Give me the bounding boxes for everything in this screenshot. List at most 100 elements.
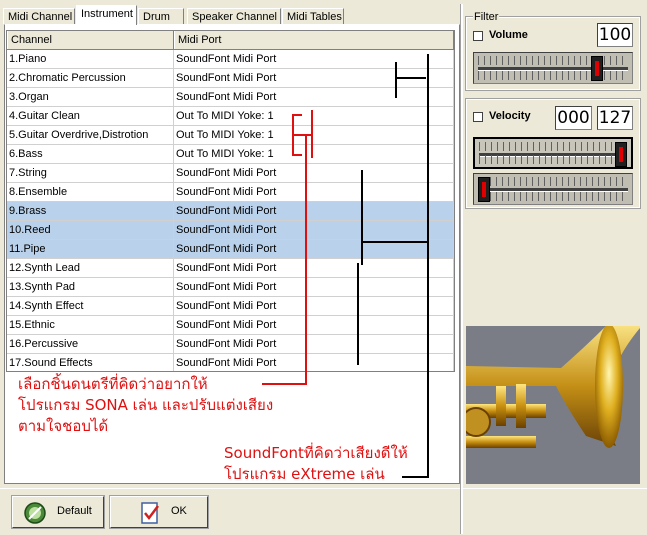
table-row[interactable]: 6.Bass Out To MIDI Yoke: 1 — [7, 145, 454, 164]
midi-port-cell[interactable]: SoundFont Midi Port — [174, 202, 454, 220]
channel-cell: 7.String — [7, 164, 174, 182]
table-row[interactable]: 4.Guitar Clean Out To MIDI Yoke: 1 — [7, 107, 454, 126]
trumpet-image — [466, 326, 640, 448]
red-connector-horizontal — [262, 383, 307, 385]
tab-speaker-channel[interactable]: Speaker Channel — [187, 8, 281, 24]
red-connector-vertical — [305, 136, 307, 384]
table-row[interactable]: 17.Sound Effects SoundFont Midi Port — [7, 354, 454, 371]
midi-port-cell[interactable]: SoundFont Midi Port — [174, 88, 454, 106]
vertical-divider — [460, 4, 463, 488]
volume-slider-thumb[interactable] — [591, 56, 603, 81]
midi-port-cell[interactable]: SoundFont Midi Port — [174, 297, 454, 315]
volume-value[interactable]: 100 — [597, 23, 633, 47]
black-group-mid — [362, 241, 427, 243]
channel-cell: 15.Ethnic — [7, 316, 174, 334]
table-header: Channel Midi Port — [7, 31, 454, 50]
table-row[interactable]: 2.Chromatic Percussion SoundFont Midi Por… — [7, 69, 454, 88]
channel-cell: 10.Reed — [7, 221, 174, 239]
midi-port-cell[interactable]: SoundFont Midi Port — [174, 354, 454, 371]
black-connector-horizontal — [402, 476, 429, 478]
velocity-min-slider-ticks-bottom — [478, 192, 628, 201]
table-row[interactable]: 5.Guitar Overdrive,Distrotion Out To MIDI… — [7, 126, 454, 145]
table-row[interactable]: 16.Percussive SoundFont Midi Port — [7, 335, 454, 354]
instrument-picture — [466, 326, 640, 484]
table-row[interactable]: 9.Brass SoundFont Midi Port — [7, 202, 454, 221]
velocity-max-slider-ticks — [479, 142, 627, 151]
column-header-channel[interactable]: Channel — [7, 31, 174, 49]
default-button[interactable]: Default — [11, 495, 105, 529]
channel-cell: 5.Guitar Overdrive,Distrotion — [7, 126, 174, 144]
channel-cell: 14.Synth Effect — [7, 297, 174, 315]
velocity-max-slider[interactable] — [473, 137, 633, 169]
table-row[interactable]: 12.Synth Lead SoundFont Midi Port — [7, 259, 454, 278]
channel-cell: 13.Synth Pad — [7, 278, 174, 296]
midi-port-cell[interactable]: SoundFont Midi Port — [174, 221, 454, 239]
ok-button[interactable]: OK — [109, 495, 209, 529]
volume-label: Volume — [489, 29, 528, 41]
checkmark-document-icon — [141, 502, 159, 524]
table-row[interactable]: 13.Synth Pad SoundFont Midi Port — [7, 278, 454, 297]
table-row[interactable]: 10.Reed SoundFont Midi Port — [7, 221, 454, 240]
bottom-divider — [460, 488, 463, 534]
red-bracket-right — [311, 110, 313, 158]
annotation-red-line-3: ตามใจชอบได้ — [18, 417, 109, 435]
black-group-left-lower — [357, 263, 359, 365]
velocity-max-value[interactable]: 127 — [597, 106, 633, 130]
midi-port-cell[interactable]: SoundFont Midi Port — [174, 259, 454, 277]
midi-port-cell[interactable]: Out To MIDI Yoke: 1 — [174, 107, 454, 125]
channel-cell: 12.Synth Lead — [7, 259, 174, 277]
channel-cell: 1.Piano — [7, 50, 174, 68]
channel-cell: 17.Sound Effects — [7, 354, 174, 371]
midi-port-cell[interactable]: SoundFont Midi Port — [174, 278, 454, 296]
tab-midi-tables[interactable]: Midi Tables — [282, 8, 344, 24]
velocity-max-slider-thumb[interactable] — [615, 142, 627, 167]
volume-checkbox[interactable] — [473, 31, 483, 41]
default-icon — [24, 502, 46, 524]
tab-strip: Midi Channel Instrument Drum Speaker Cha… — [3, 5, 463, 25]
table-row[interactable]: 1.Piano SoundFont Midi Port — [7, 50, 454, 69]
tab-midi-channel[interactable]: Midi Channel — [3, 8, 75, 24]
table-row[interactable]: 3.Organ SoundFont Midi Port — [7, 88, 454, 107]
channel-cell: 2.Chromatic Percussion — [7, 69, 174, 87]
tab-drum[interactable]: Drum — [138, 8, 184, 24]
velocity-min-slider[interactable] — [473, 173, 633, 205]
midi-port-cell[interactable]: SoundFont Midi Port — [174, 316, 454, 334]
midi-port-cell[interactable]: SoundFont Midi Port — [174, 183, 454, 201]
annotation-red-line-2: โปรแกรม SONA เล่น และปรับแต่งเสียง — [18, 396, 274, 414]
midi-port-cell[interactable]: SoundFont Midi Port — [174, 50, 454, 68]
filter-title: Filter — [473, 11, 500, 23]
channel-cell: 8.Ensemble — [7, 183, 174, 201]
table-row[interactable]: 7.String SoundFont Midi Port — [7, 164, 454, 183]
annotation-black-line-1: SoundFontที่คิดว่าเสียงดีให้ — [224, 444, 408, 462]
midi-port-cell[interactable]: SoundFont Midi Port — [174, 335, 454, 353]
volume-slider-ticks — [478, 56, 628, 65]
table-row[interactable]: 8.Ensemble SoundFont Midi Port — [7, 183, 454, 202]
black-connector-vertical — [427, 54, 429, 478]
table-row[interactable]: 15.Ethnic SoundFont Midi Port — [7, 316, 454, 335]
column-header-midi-port[interactable]: Midi Port — [174, 31, 454, 49]
channel-cell: 6.Bass — [7, 145, 174, 163]
velocity-checkbox[interactable] — [473, 112, 483, 122]
ok-button-label: OK — [171, 505, 187, 517]
midi-port-cell[interactable]: SoundFont Midi Port — [174, 164, 454, 182]
annotation-red-line-1: เลือกชิ้นดนตรีที่คิดว่าอยากให้ — [18, 375, 208, 393]
tab-instrument[interactable]: Instrument — [76, 5, 137, 25]
default-button-label: Default — [57, 505, 92, 517]
annotation-black-line-2: โปรแกรม eXtreme เล่น — [224, 465, 385, 483]
black-group-left — [361, 170, 363, 265]
velocity-min-slider-thumb[interactable] — [478, 177, 490, 202]
volume-slider[interactable] — [473, 52, 633, 84]
channel-table[interactable]: Channel Midi Port 1.Piano SoundFont Midi … — [6, 30, 455, 372]
midi-port-cell[interactable]: Out To MIDI Yoke: 1 — [174, 145, 454, 163]
channel-cell: 9.Brass — [7, 202, 174, 220]
channel-cell: 11.Pipe — [7, 240, 174, 258]
black-bracket-mid — [396, 77, 426, 79]
table-row[interactable]: 14.Synth Effect SoundFont Midi Port — [7, 297, 454, 316]
volume-slider-ticks-bottom — [478, 71, 628, 80]
red-bracket-mid — [294, 134, 312, 136]
channel-cell: 4.Guitar Clean — [7, 107, 174, 125]
velocity-min-value[interactable]: 000 — [555, 106, 592, 130]
velocity-label: Velocity — [489, 110, 531, 122]
midi-port-cell[interactable]: Out To MIDI Yoke: 1 — [174, 126, 454, 144]
red-bracket-bottom — [292, 154, 302, 156]
